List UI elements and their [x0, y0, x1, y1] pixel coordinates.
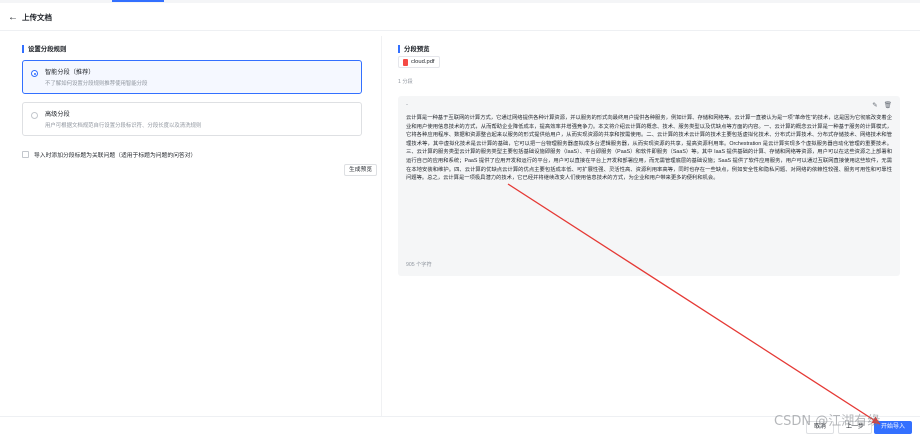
segment-count: 1 分段: [398, 79, 413, 85]
generate-preview-button[interactable]: 生成预览: [344, 164, 378, 176]
top-tab-strip: [0, 0, 920, 3]
advanced-segment-desc: 用户可根据文档规范自行设置分段标识符、分段长度以及清洗规则: [45, 123, 202, 129]
segment-rules-title: 设置分段规则: [22, 44, 66, 53]
page-header: ← 上传文档: [8, 9, 52, 25]
section-marker: [398, 44, 400, 53]
related-question-label: 导入时添加分段标题为关联问题（适用于标题为问题的问答对）: [34, 153, 197, 159]
smart-segment-desc: 不了解如何设置分段规则推荐使用智能分段: [45, 81, 148, 87]
segment-preview-title-text: 分段预览: [404, 46, 430, 53]
file-name: cloud.pdf: [411, 59, 435, 65]
advanced-segment-option[interactable]: 高级分段 用户可根据文档规范自行设置分段标识符、分段长度以及清洗规则: [22, 102, 362, 136]
start-import-button[interactable]: 开始导入: [874, 421, 913, 434]
page-title: 上传文档: [22, 12, 52, 22]
related-question-checkbox[interactable]: [22, 151, 29, 158]
edit-icon[interactable]: ✎: [872, 101, 877, 109]
segment-char-count: 905 个字符: [406, 262, 432, 268]
footer-bar: 取消 上一步 开始导入: [0, 416, 920, 436]
smart-segment-option[interactable]: 智能分段（推荐） 不了解如何设置分段规则推荐使用智能分段: [22, 60, 362, 94]
section-marker: [22, 44, 24, 53]
header-divider: [0, 30, 920, 31]
segment-title: -: [406, 102, 408, 108]
advanced-segment-radio[interactable]: [31, 112, 38, 119]
segment-preview-panel: 分段预览 cloud.pdf 1 分段 - ✎ 🗑 云计算是一种基于互联网的计算…: [386, 36, 912, 416]
segment-rules-panel: 设置分段规则 智能分段（推荐） 不了解如何设置分段规则推荐使用智能分段 高级分段…: [8, 36, 382, 416]
related-question-option[interactable]: 导入时添加分段标题为关联问题（适用于标题为问题的问答对）: [22, 150, 196, 159]
segment-rules-title-text: 设置分段规则: [28, 46, 67, 53]
prev-step-button[interactable]: 上一步: [838, 421, 873, 434]
pdf-file-icon: [403, 58, 408, 66]
arrow-left-icon[interactable]: ←: [8, 12, 18, 23]
smart-segment-radio[interactable]: [31, 70, 38, 77]
trash-icon[interactable]: 🗑: [884, 101, 892, 109]
active-tab-indicator: [112, 0, 164, 2]
advanced-segment-title: 高级分段: [45, 111, 70, 118]
segment-content: 云计算是一种基于互联网的计算方式，它通过网络提供各种计算资源，并以服务的形式向最…: [406, 115, 892, 182]
file-tab-cloud-pdf[interactable]: cloud.pdf: [398, 56, 440, 68]
segment-preview-title: 分段预览: [398, 44, 430, 53]
segment-card: - ✎ 🗑 云计算是一种基于互联网的计算方式，它通过网络提供各种计算资源，并以服…: [398, 96, 900, 276]
segment-tools: ✎ 🗑: [872, 101, 892, 109]
cancel-button[interactable]: 取消: [806, 421, 835, 434]
smart-segment-title: 智能分段（推荐）: [45, 69, 95, 76]
